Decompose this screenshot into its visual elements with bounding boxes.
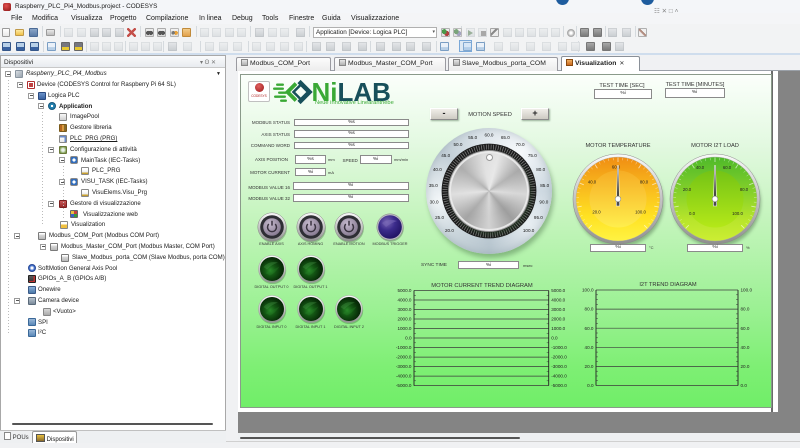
svg-text:-5000.0: -5000.0 [396, 383, 412, 388]
svg-text:1000.0: 1000.0 [551, 326, 565, 331]
svg-text:100.0: 100.0 [732, 211, 743, 216]
svg-text:-1000.0: -1000.0 [396, 345, 412, 350]
svg-text:60.0: 60.0 [723, 165, 732, 170]
svg-text:-3000.0: -3000.0 [396, 364, 412, 369]
svg-text:40.0: 40.0 [585, 345, 594, 350]
svg-text:100.0: 100.0 [741, 288, 753, 293]
svg-text:30.0: 30.0 [430, 199, 439, 204]
svg-text:2000.0: 2000.0 [551, 317, 565, 322]
svg-text:95.0: 95.0 [534, 215, 543, 220]
svg-text:100.0: 100.0 [582, 288, 594, 293]
svg-text:40.0: 40.0 [696, 165, 705, 170]
svg-text:Neue innovative Linearantriebe: Neue innovative Linearantriebe [315, 100, 394, 106]
svg-text:5000.0: 5000.0 [551, 288, 565, 293]
svg-text:80.0: 80.0 [585, 307, 594, 312]
svg-text:45.0: 45.0 [441, 153, 450, 158]
svg-text:0.0: 0.0 [689, 211, 696, 216]
svg-text:60.0: 60.0 [585, 326, 594, 331]
svg-text:75.0: 75.0 [528, 153, 537, 158]
svg-text:0.0: 0.0 [741, 383, 748, 388]
svg-text:60.0: 60.0 [485, 133, 494, 138]
svg-text:20.0: 20.0 [585, 364, 594, 369]
svg-text:-2000.0: -2000.0 [396, 355, 412, 360]
svg-text:100.0: 100.0 [635, 209, 646, 214]
svg-text:-4000.0: -4000.0 [396, 374, 412, 379]
svg-text:1000.0: 1000.0 [397, 326, 411, 331]
svg-text:20.0: 20.0 [741, 364, 750, 369]
svg-text:0.0: 0.0 [551, 336, 558, 341]
svg-text:-4000.0: -4000.0 [551, 374, 567, 379]
svg-text:80.0: 80.0 [640, 179, 649, 184]
svg-text:40.0: 40.0 [588, 179, 597, 184]
svg-text:2000.0: 2000.0 [397, 317, 411, 322]
svg-text:60.0: 60.0 [741, 326, 750, 331]
svg-text:20.0: 20.0 [592, 209, 601, 214]
svg-text:80.0: 80.0 [740, 187, 749, 192]
svg-text:25.0: 25.0 [435, 215, 444, 220]
svg-text:65.0: 65.0 [501, 135, 510, 140]
svg-text:0.0: 0.0 [405, 336, 412, 341]
svg-text:55.0: 55.0 [468, 135, 477, 140]
svg-text:-2000.0: -2000.0 [551, 355, 567, 360]
svg-text:90.0: 90.0 [539, 199, 548, 204]
svg-text:-1000.0: -1000.0 [551, 345, 567, 350]
svg-text:3000.0: 3000.0 [397, 307, 411, 312]
svg-text:85.0: 85.0 [540, 183, 549, 188]
svg-text:4000.0: 4000.0 [551, 298, 565, 303]
svg-text:-5000.0: -5000.0 [551, 383, 567, 388]
svg-text:100.0: 100.0 [523, 228, 535, 233]
svg-text:80.0: 80.0 [536, 167, 545, 172]
svg-text:40.0: 40.0 [433, 167, 442, 172]
svg-text:3000.0: 3000.0 [551, 307, 565, 312]
svg-text:20.0: 20.0 [683, 187, 692, 192]
svg-text:35.0: 35.0 [429, 183, 438, 188]
svg-text:20.0: 20.0 [445, 228, 454, 233]
svg-text:-3000.0: -3000.0 [551, 364, 567, 369]
svg-text:4000.0: 4000.0 [397, 298, 411, 303]
svg-text:80.0: 80.0 [741, 307, 750, 312]
svg-text:5000.0: 5000.0 [397, 288, 411, 293]
svg-text:0.0: 0.0 [587, 383, 594, 388]
svg-text:70.0: 70.0 [516, 142, 525, 147]
svg-text:50.0: 50.0 [453, 142, 462, 147]
svg-text:60.0: 60.0 [612, 164, 621, 169]
svg-text:40.0: 40.0 [741, 345, 750, 350]
